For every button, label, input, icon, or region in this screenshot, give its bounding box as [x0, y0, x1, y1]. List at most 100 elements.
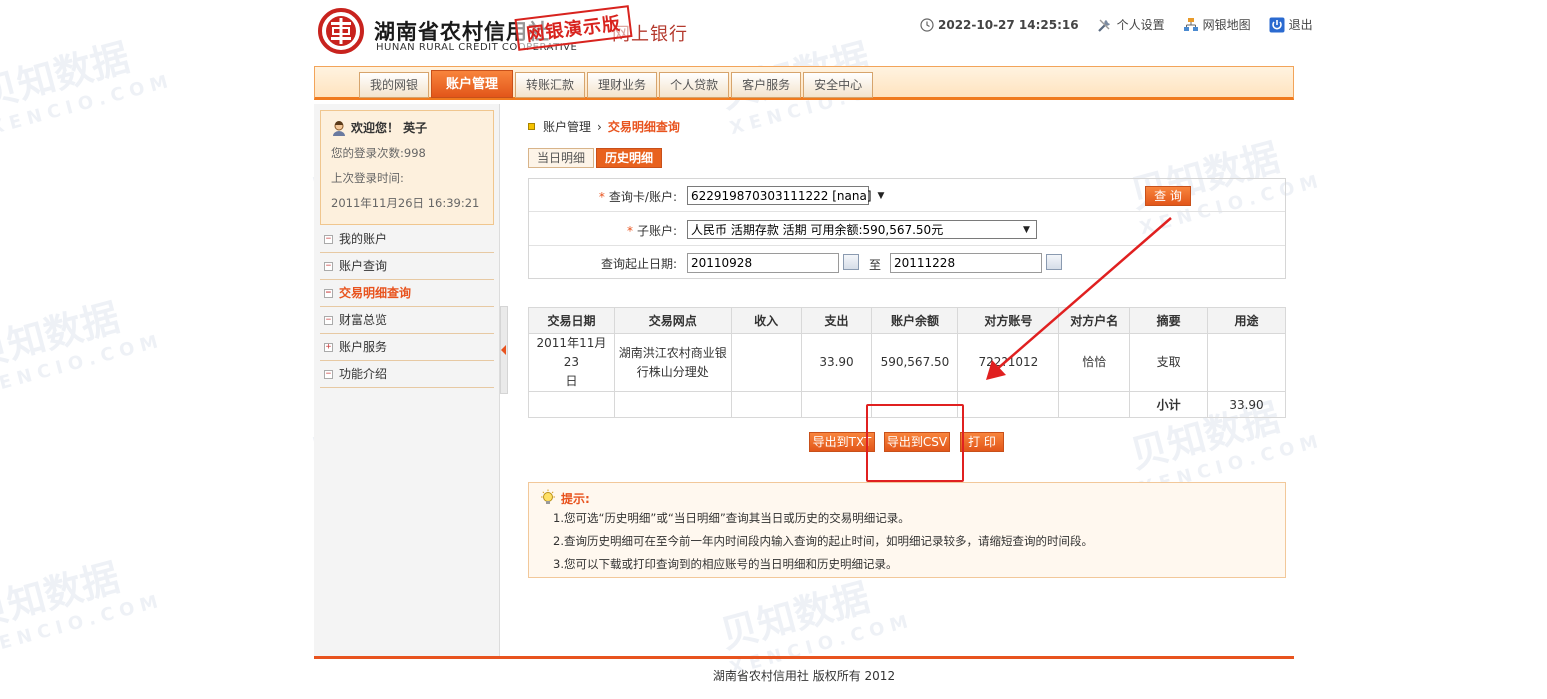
- date-to-input[interactable]: 20111228: [890, 253, 1042, 273]
- date-from-input[interactable]: 20110928: [687, 253, 839, 273]
- page-header: 湖南省农村信用社 HUNAN RURAL CREDIT COOPERATIVE …: [314, 0, 1313, 64]
- print-button[interactable]: 打 印: [960, 432, 1004, 452]
- collapse-icon: −: [324, 368, 333, 379]
- cell-branch: 湖南洪江农村商业银 行株山分理处: [613, 333, 732, 392]
- column-header: 账户余额: [871, 307, 959, 334]
- query-form: * 查询卡/账户: 622919870303111222 [nana] ▼ 查 询 …: [528, 178, 1286, 279]
- sidebar-item-1[interactable]: − 账户查询: [320, 253, 494, 280]
- column-header: 收入: [730, 307, 802, 334]
- sidebar-item-label: 交易明细查询: [339, 286, 412, 300]
- welcome-title: 欢迎您！ 英子: [331, 119, 483, 136]
- cell-income: [730, 333, 802, 392]
- cell-counter-name: 恰恰: [1058, 333, 1131, 392]
- power-icon: [1269, 17, 1285, 32]
- tip-line-3: 3.您可以下载或打印查询到的相应账号的当日明细和历史明细记录。: [553, 557, 898, 571]
- breadcrumb-square-icon: [528, 123, 535, 130]
- query-button[interactable]: 查 询: [1145, 186, 1191, 206]
- sidebar-item-2[interactable]: − 交易明细查询: [320, 280, 494, 307]
- column-header: 对方户名: [1058, 307, 1131, 334]
- date-label: 查询起止日期:: [600, 257, 677, 271]
- breadcrumb-parent[interactable]: 账户管理: [543, 118, 591, 135]
- chevron-down-icon: ▼: [877, 190, 885, 201]
- sidebar-item-label: 我的账户: [339, 232, 388, 246]
- total-label: 小计: [1129, 391, 1209, 418]
- login-count: 您的登录次数:998: [331, 146, 426, 160]
- tools-icon: [1097, 19, 1110, 32]
- main-nav: 我的网银 账户管理 转账汇款 理财业务 个人贷款 客户服务 安全中心: [314, 66, 1294, 100]
- logout-link[interactable]: 退出: [1269, 16, 1313, 33]
- header-utilities: 2022-10-27 14:25:16 个人设置 网银地图 退出: [920, 16, 1313, 33]
- date-row: 查询起止日期: 20110928 至 20111228: [529, 246, 1285, 279]
- sitemap-icon: [1183, 17, 1198, 31]
- date-to-separator: 至: [869, 258, 882, 272]
- welcome-panel: 欢迎您！ 英子 您的登录次数:998 上次登录时间: 2011年11月26日 1…: [320, 110, 494, 225]
- cell-purpose: [1207, 333, 1286, 392]
- calendar-icon[interactable]: [843, 254, 859, 270]
- detail-subtabs: 当日明细 历史明细: [528, 148, 663, 168]
- footer-divider: [314, 656, 1294, 659]
- nav-tab-0[interactable]: 我的网银: [359, 72, 430, 98]
- user-avatar-icon: [333, 120, 345, 136]
- subaccount-row: * 子账户: 人民币 活期存款 活期 可用余额:590,567.50元 ▼: [529, 213, 1285, 246]
- sidebar-item-label: 账户服务: [339, 340, 388, 354]
- nav-tab-5[interactable]: 客户服务: [731, 72, 802, 98]
- chevron-down-icon: ▼: [1023, 224, 1030, 235]
- settings-label: 个人设置: [1116, 18, 1165, 32]
- sitemap-link[interactable]: 网银地图: [1183, 16, 1251, 33]
- subtab-1[interactable]: 历史明细: [596, 148, 663, 168]
- cell-balance: 590,567.50: [871, 333, 959, 392]
- table-total-row: 小计 33.90: [528, 391, 1286, 418]
- sidebar-collapse-handle[interactable]: [500, 306, 508, 394]
- subaccount-select[interactable]: 人民币 活期存款 活期 可用余额:590,567.50元 ▼: [687, 220, 1037, 239]
- collapse-icon: −: [324, 260, 333, 271]
- watermark: 贝知数据XENCIO.COM: [0, 35, 176, 140]
- lightbulb-icon: [541, 489, 555, 504]
- sidebar-item-0[interactable]: − 我的账户: [320, 226, 494, 253]
- nav-tab-1[interactable]: 账户管理: [431, 70, 514, 98]
- nav-tab-2[interactable]: 转账汇款: [515, 72, 586, 98]
- total-value: 33.90: [1207, 391, 1286, 418]
- sidebar-item-5[interactable]: − 功能介绍: [320, 361, 494, 388]
- expand-icon: +: [324, 341, 333, 352]
- column-header: 用途: [1207, 307, 1286, 334]
- cell-summary: 支取: [1129, 333, 1209, 392]
- table-row: 2011年11月23 日 湖南洪江农村商业银 行株山分理处 33.90 590,56…: [528, 333, 1286, 392]
- logout-label: 退出: [1288, 18, 1313, 32]
- export-csv-button[interactable]: 导出到CSV: [884, 432, 950, 452]
- tips-title: 提示:: [539, 489, 590, 507]
- subaccount-label: * 子账户:: [626, 224, 677, 238]
- collapse-arrow-icon: [501, 345, 506, 355]
- nav-tab-3[interactable]: 理财业务: [587, 72, 658, 98]
- nav-tab-4[interactable]: 个人贷款: [659, 72, 730, 98]
- sidebar-item-label: 财富总览: [339, 313, 388, 327]
- card-row: * 查询卡/账户: 622919870303111222 [nana] ▼ 查 询: [529, 179, 1285, 212]
- sidebar-item-3[interactable]: − 财富总览: [320, 307, 494, 334]
- export-txt-button[interactable]: 导出到TXT: [809, 432, 875, 452]
- nav-tab-6[interactable]: 安全中心: [803, 72, 874, 98]
- collapse-icon: −: [324, 314, 333, 325]
- calendar-icon[interactable]: [1046, 254, 1062, 270]
- watermark: 贝知数据XENCIO.COM: [0, 295, 166, 400]
- table-header-row: 交易日期 交易网点 收入 支出 账户余额 对方账号 对方户名 摘要 用途: [528, 307, 1286, 334]
- column-header: 交易网点: [613, 307, 732, 334]
- last-login-label: 上次登录时间:: [331, 171, 404, 185]
- sidebar-item-label: 功能介绍: [339, 367, 388, 381]
- sidebar-menu: − 我的账户 − 账户查询 − 交易明细查询 − 财富总览 + 账户服务 − 功能介绍: [320, 226, 494, 388]
- column-header: 对方账号: [957, 307, 1060, 334]
- welcome-text: 欢迎您！ 英子: [351, 121, 428, 135]
- datetime-display: 2022-10-27 14:25:16: [920, 18, 1079, 32]
- sitemap-label: 网银地图: [1202, 18, 1251, 32]
- last-login-time: 2011年11月26日 16:39:21: [331, 196, 480, 210]
- tip-line-1: 1.您可选“历史明细”或“当日明细”查询其当日或历史的交易明细记录。: [553, 511, 910, 525]
- settings-link[interactable]: 个人设置: [1097, 16, 1165, 33]
- cell-expense: 33.90: [800, 333, 873, 392]
- sidebar-item-label: 账户查询: [339, 259, 388, 273]
- datetime-text: 2022-10-27 14:25:16: [938, 17, 1079, 32]
- clock-icon: [920, 17, 934, 32]
- card-select[interactable]: 622919870303111222 [nana] ▼: [687, 186, 884, 205]
- cell-counter-account: 722?1012: [957, 333, 1060, 392]
- sidebar-item-4[interactable]: + 账户服务: [320, 334, 494, 361]
- bank-logo[interactable]: 湖南省农村信用社 HUNAN RURAL CREDIT COOPERATIVE …: [318, 5, 698, 58]
- subtab-0[interactable]: 当日明细: [528, 148, 595, 168]
- watermark: 贝知数据XENCIO.COM: [0, 555, 166, 660]
